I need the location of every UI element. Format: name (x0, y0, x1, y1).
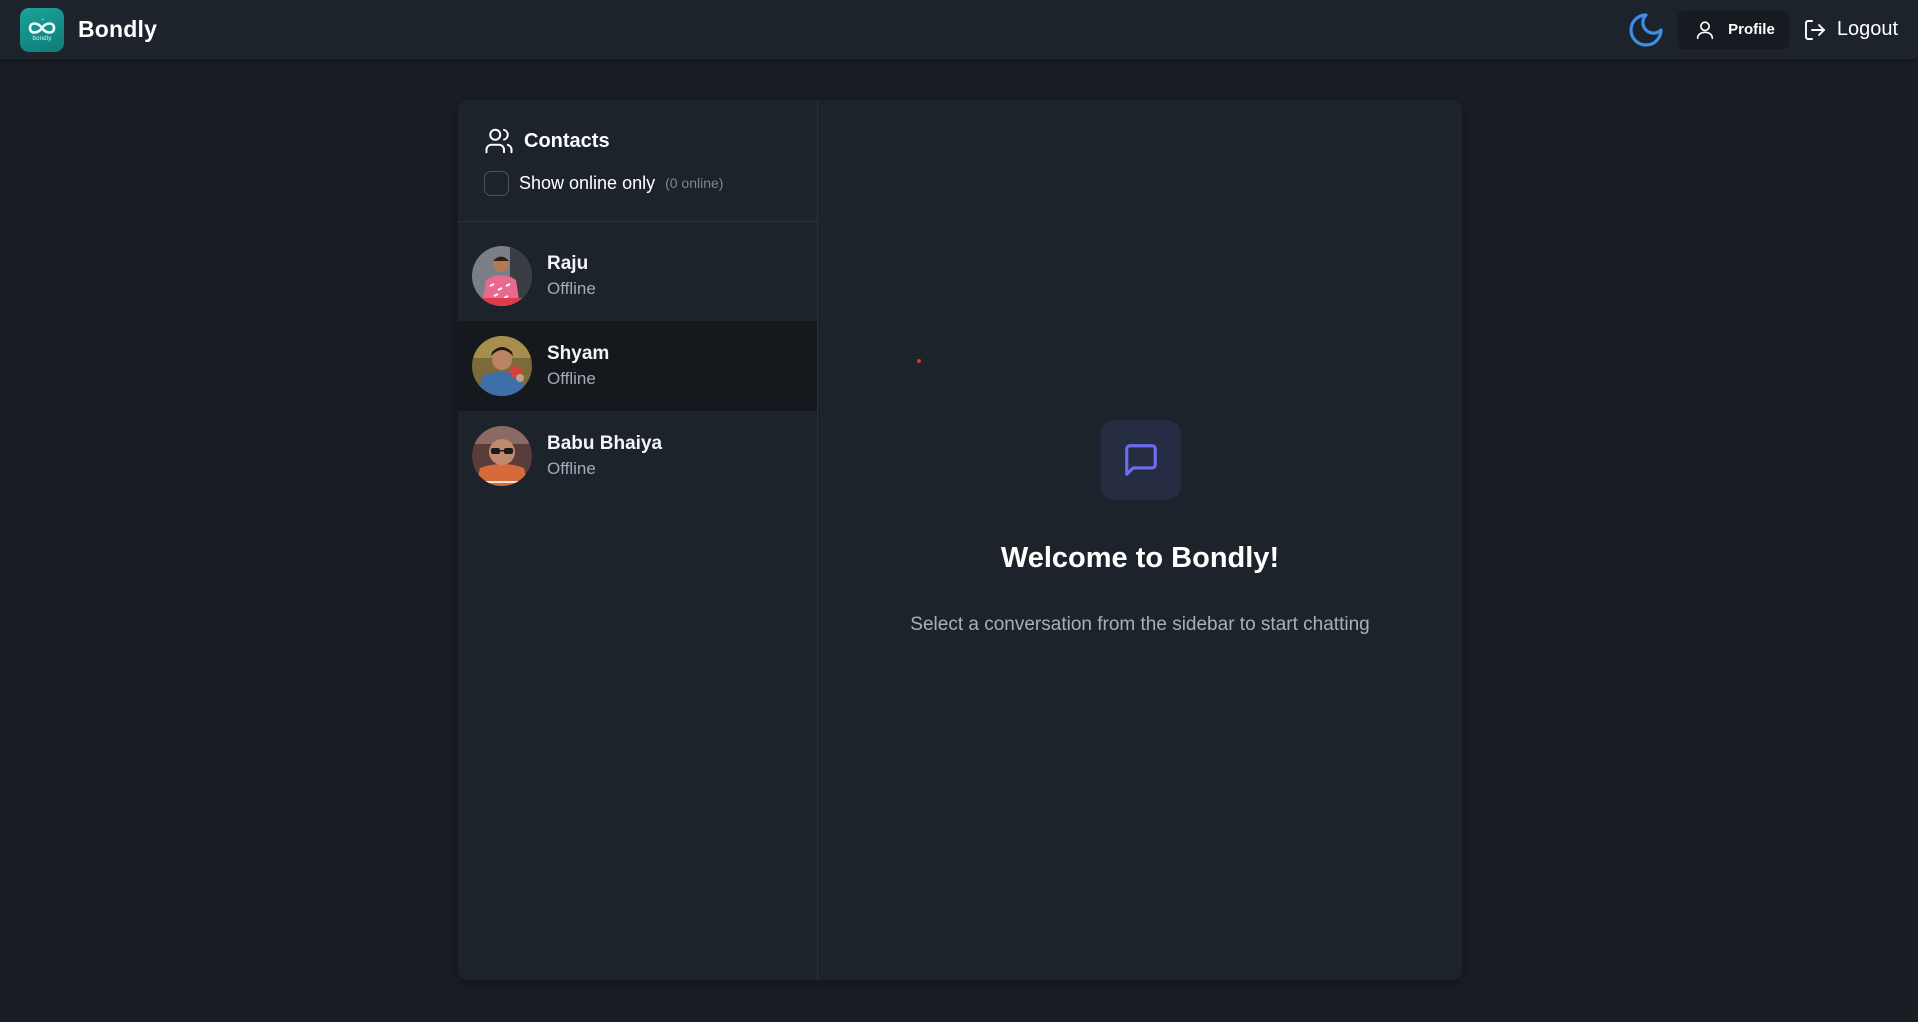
contact-item-raju[interactable]: Raju Offline (458, 231, 817, 321)
contact-item-shyam[interactable]: Shyam Offline (458, 321, 817, 411)
contact-name: Shyam (547, 343, 610, 364)
welcome-title: Welcome to Bondly! (1000, 542, 1280, 574)
avatar (472, 336, 532, 396)
show-online-checkbox[interactable] (484, 170, 509, 196)
logout-icon (1804, 19, 1825, 40)
cursor-dot (917, 359, 921, 363)
welcome-subtitle: Select a conversation from the sidebar t… (910, 614, 1370, 635)
navbar: bondly Bondly Profile Logout (0, 0, 1918, 60)
welcome-panel: Welcome to Bondly! Select a conversation… (818, 100, 1462, 980)
logout-button[interactable]: Logout (1799, 11, 1900, 49)
moon-icon (1629, 12, 1663, 47)
show-online-label[interactable]: Show online only (519, 173, 655, 194)
brand[interactable]: bondly Bondly (20, 7, 158, 52)
contact-status: Offline (547, 369, 596, 388)
contact-name: Babu Bhaiya (547, 433, 663, 454)
theme-toggle-button[interactable] (1624, 8, 1668, 52)
users-icon (485, 128, 513, 154)
contacts-sidebar: Contacts Show online only (0 online) Raj… (458, 100, 818, 980)
message-square-icon (1125, 444, 1157, 476)
online-count: (0 online) (665, 175, 724, 191)
contact-name: Raju (547, 253, 589, 274)
contact-list: Raju Offline Shyam Offline Babu Bhaiya O… (458, 222, 817, 501)
profile-button[interactable]: Profile (1678, 10, 1789, 49)
user-icon (1696, 20, 1714, 39)
contact-status: Offline (547, 459, 596, 478)
welcome-icon-tile (1101, 420, 1181, 500)
avatar (472, 246, 532, 306)
contact-info: Shyam Offline (547, 343, 609, 389)
logo-caption: bondly (32, 36, 52, 42)
logout-label: Logout (1836, 18, 1898, 40)
avatar (472, 426, 532, 486)
sidebar-header: Contacts Show online only (0 online) (458, 100, 817, 222)
online-filter: Show online only (0 online) (484, 168, 791, 198)
infinity-logo-icon (28, 18, 56, 34)
contact-item-babu-bhaiya[interactable]: Babu Bhaiya Offline (458, 411, 817, 501)
chat-container: Contacts Show online only (0 online) Raj… (458, 100, 1462, 980)
contact-info: Raju Offline (547, 253, 596, 299)
contact-info: Babu Bhaiya Offline (547, 433, 662, 479)
logo[interactable]: bondly (20, 7, 64, 52)
contact-status: Offline (547, 279, 596, 298)
app-name: Bondly (78, 16, 158, 42)
contacts-title: Contacts (524, 129, 610, 152)
contacts-heading: Contacts (484, 124, 791, 158)
nav-actions: Profile Logout (1624, 8, 1900, 52)
profile-label: Profile (1728, 21, 1775, 38)
